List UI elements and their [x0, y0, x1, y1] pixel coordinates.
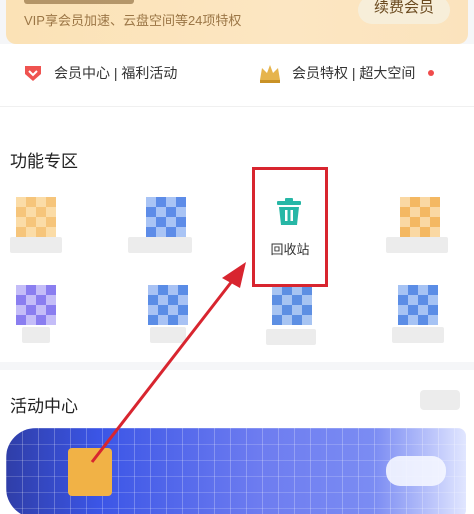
crown-icon: [260, 65, 280, 83]
function-label-blurred: [150, 327, 186, 343]
vip-subtitle: VIP享会员加速、云盘空间等24项特权: [24, 13, 242, 28]
member-center-label: 会员中心 | 福利活动: [54, 65, 178, 81]
recycle-bin-highlight-box: [252, 167, 328, 287]
activity-section: 活动中心: [0, 362, 474, 514]
heart-diamond-icon: [25, 66, 41, 81]
function-label-blurred: [392, 327, 444, 343]
function-icon-blurred[interactable]: [400, 197, 440, 237]
function-label-blurred: [266, 329, 316, 345]
function-section: 功能专区 回收站: [0, 106, 474, 362]
function-label-blurred: [22, 327, 50, 343]
renew-membership-button[interactable]: 续费会员: [358, 0, 450, 24]
banner-gift-icon: [68, 448, 112, 496]
function-icon-blurred[interactable]: [16, 285, 56, 325]
function-section-title: 功能专区: [10, 152, 78, 171]
function-label-blurred: [10, 237, 62, 253]
member-privilege-link[interactable]: 会员特权 | 超大空间: [258, 62, 435, 84]
function-icon-blurred[interactable]: [148, 285, 188, 325]
activity-banner[interactable]: [6, 428, 466, 514]
function-icon-blurred[interactable]: [146, 197, 186, 237]
function-icon-blurred[interactable]: [16, 197, 56, 237]
member-links-row: 会员中心 | 福利活动 会员特权 | 超大空间: [0, 44, 474, 106]
function-label-blurred: [386, 237, 448, 253]
function-icon-blurred[interactable]: [398, 285, 438, 325]
function-icon-blurred[interactable]: [272, 285, 312, 325]
banner-action-pill[interactable]: [386, 456, 446, 486]
notification-dot: [428, 70, 435, 76]
vip-banner[interactable]: VIP享会员加速、云盘空间等24项特权 续费会员: [6, 0, 468, 44]
function-label-blurred: [128, 237, 192, 253]
member-center-link[interactable]: 会员中心 | 福利活动: [22, 62, 177, 84]
activity-more-blurred[interactable]: [420, 390, 460, 410]
member-privilege-label: 会员特权 | 超大空间: [292, 65, 416, 81]
activity-section-title: 活动中心: [10, 397, 78, 416]
vip-title-blurred: [24, 0, 134, 4]
